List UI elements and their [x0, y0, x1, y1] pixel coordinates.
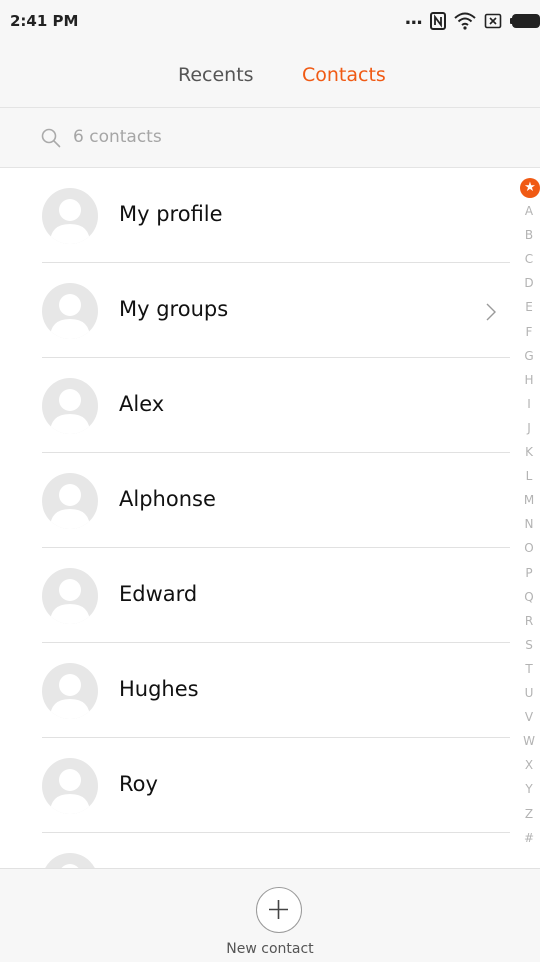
index-letter[interactable]: U: [518, 686, 540, 700]
list-item-my-profile[interactable]: My profile: [0, 168, 510, 263]
contact-name: Hughes: [119, 677, 199, 701]
index-letter[interactable]: C: [518, 252, 540, 266]
index-letter[interactable]: #: [518, 831, 540, 845]
index-letter[interactable]: M: [518, 493, 540, 507]
new-contact-button[interactable]: [256, 887, 302, 933]
person-icon: [50, 389, 90, 434]
contact-name: Alphonse: [119, 487, 216, 511]
list-item-roy[interactable]: Roy: [0, 738, 510, 833]
index-letter[interactable]: J: [518, 421, 540, 435]
contact-name: My profile: [119, 202, 223, 226]
index-letter[interactable]: E: [518, 300, 540, 314]
tab-contacts[interactable]: Contacts: [302, 64, 386, 86]
avatar: [42, 473, 98, 529]
index-letter[interactable]: G: [518, 349, 540, 363]
index-letter[interactable]: B: [518, 228, 540, 242]
contact-name: Alex: [119, 392, 165, 416]
list-item-alex[interactable]: Alex: [0, 358, 510, 453]
person-icon: [50, 579, 90, 624]
wifi-icon: [454, 12, 476, 30]
index-letter[interactable]: H: [518, 373, 540, 387]
avatar: [42, 283, 98, 339]
status-time: 2:41 PM: [10, 12, 79, 30]
index-letter[interactable]: K: [518, 445, 540, 459]
index-letter[interactable]: F: [518, 325, 540, 339]
avatar: [42, 853, 98, 868]
index-letter[interactable]: Y: [518, 782, 540, 796]
status-icons: ...: [404, 7, 540, 32]
chevron-right-icon: [486, 303, 496, 321]
search-input[interactable]: 6 contacts: [73, 127, 162, 147]
index-letter[interactable]: N: [518, 517, 540, 531]
nfc-icon: [430, 12, 446, 30]
contact-list: My profile My groups Alex Alphonse Edwar…: [0, 168, 540, 868]
list-item-edward[interactable]: Edward: [0, 548, 510, 643]
tab-recents[interactable]: Recents: [178, 64, 254, 86]
contact-name: Edward: [119, 582, 198, 606]
avatar: [42, 663, 98, 719]
favorites-star-icon[interactable]: ★: [520, 178, 540, 198]
person-icon: [50, 199, 90, 244]
contact-name: My groups: [119, 297, 229, 321]
index-letter[interactable]: L: [518, 469, 540, 483]
bottom-bar: New contact: [0, 868, 540, 962]
avatar: [42, 378, 98, 434]
person-icon: [50, 769, 90, 814]
index-letter[interactable]: V: [518, 710, 540, 724]
avatar: [42, 188, 98, 244]
search-icon: [41, 128, 61, 148]
index-letter[interactable]: W: [518, 734, 540, 748]
index-letter[interactable]: Z: [518, 807, 540, 821]
new-contact-label[interactable]: New contact: [0, 941, 540, 957]
index-letter[interactable]: R: [518, 614, 540, 628]
index-letter[interactable]: P: [518, 566, 540, 580]
avatar: [42, 568, 98, 624]
list-item-alphonse[interactable]: Alphonse: [0, 453, 510, 548]
plus-icon: [269, 900, 288, 919]
person-icon: [50, 484, 90, 529]
list-item-hughes[interactable]: Hughes: [0, 643, 510, 738]
sim-off-icon: [484, 13, 502, 29]
index-letter[interactable]: Q: [518, 590, 540, 604]
more-dots-icon: ...: [404, 7, 422, 29]
index-letter[interactable]: X: [518, 758, 540, 772]
battery-icon: [510, 14, 540, 28]
list-item-partial[interactable]: [0, 833, 510, 868]
index-letter[interactable]: I: [518, 397, 540, 411]
index-letter[interactable]: S: [518, 638, 540, 652]
index-letter[interactable]: T: [518, 662, 540, 676]
person-icon: [50, 294, 90, 339]
index-letter[interactable]: A: [518, 204, 540, 218]
person-icon: [61, 864, 79, 868]
status-bar: 2:41 PM ...: [0, 0, 540, 44]
list-item-my-groups[interactable]: My groups: [0, 263, 510, 358]
index-letter[interactable]: O: [518, 541, 540, 555]
search-bar[interactable]: 6 contacts: [0, 108, 540, 168]
person-icon: [50, 674, 90, 719]
index-letter[interactable]: D: [518, 276, 540, 290]
contact-name: Roy: [119, 772, 158, 796]
tab-bar: Recents Contacts: [0, 44, 540, 108]
avatar: [42, 758, 98, 814]
